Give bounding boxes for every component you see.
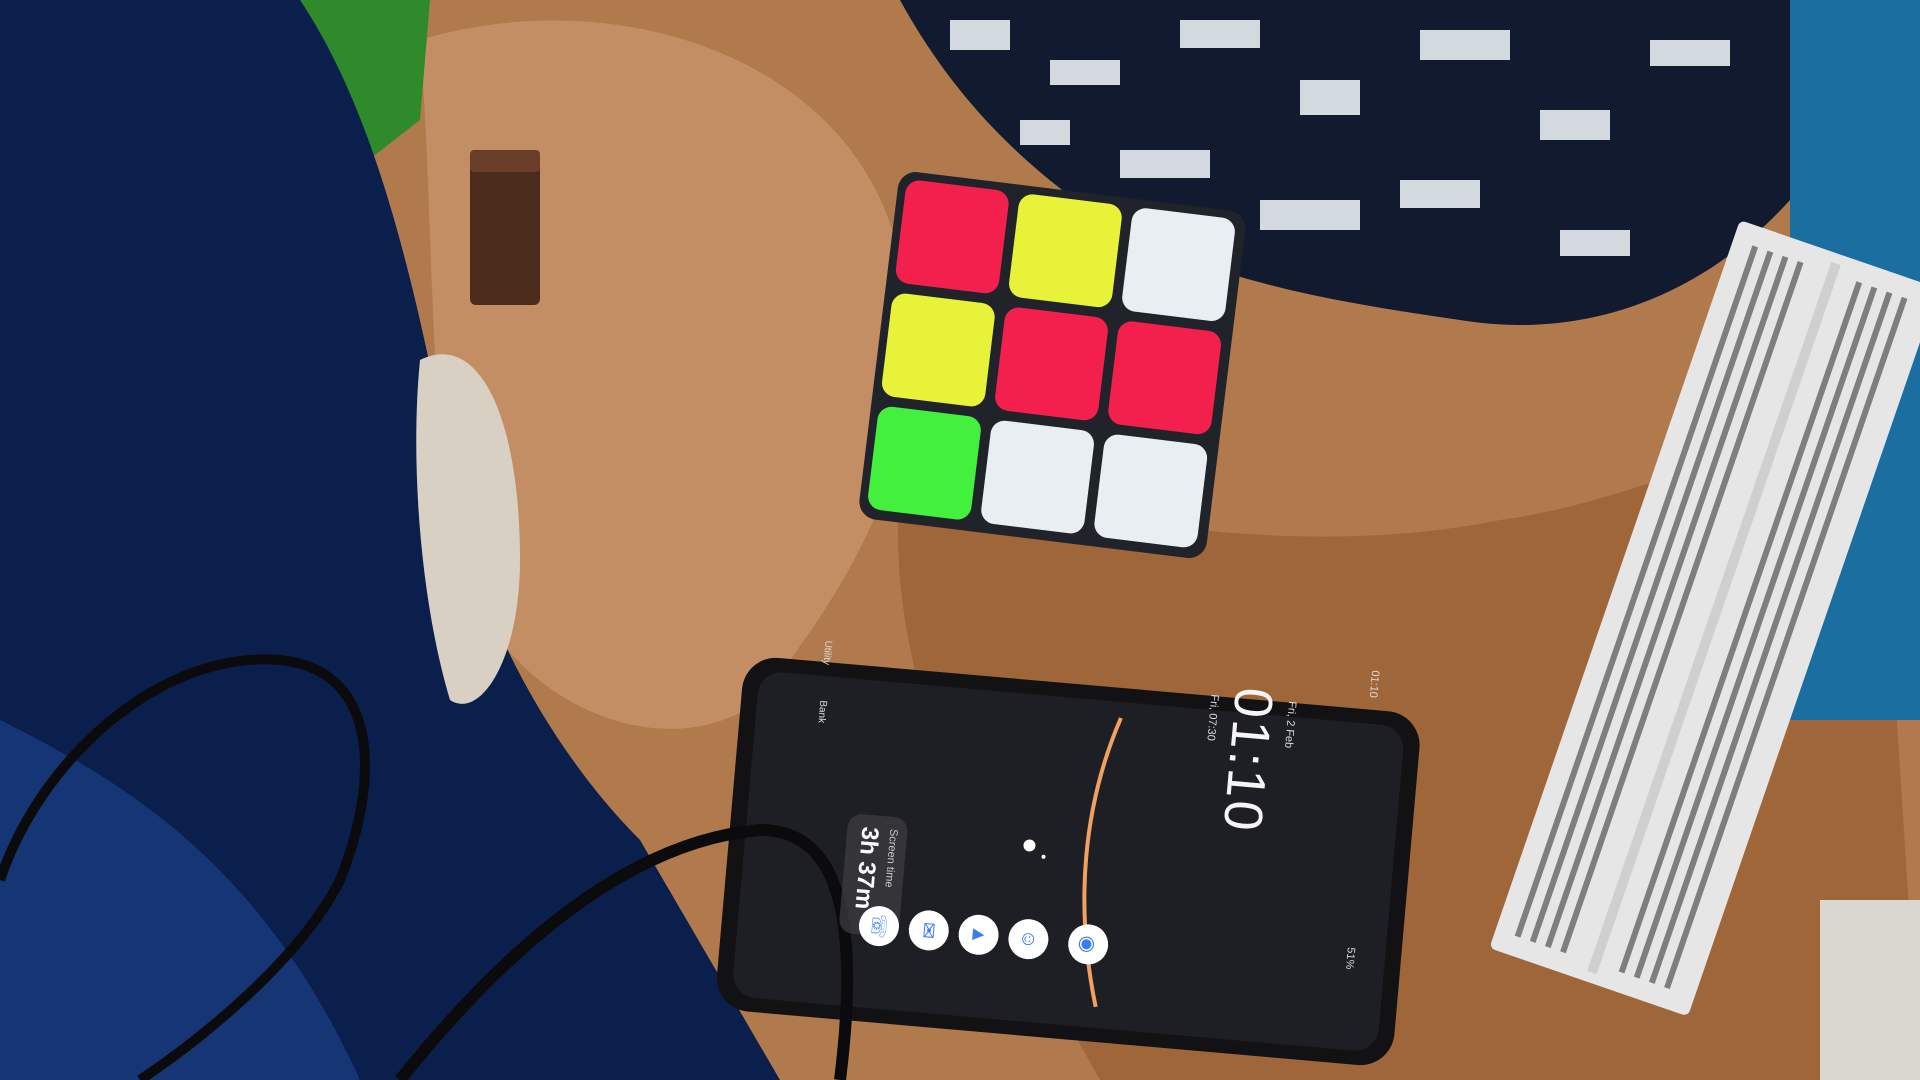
wooden-block-top: [470, 150, 540, 172]
messages-icon[interactable]: ✉: [907, 908, 951, 953]
lock-date: Fri, 2 Feb: [1282, 700, 1299, 749]
cube-tile-red-1: [895, 180, 1009, 294]
cube-tile-yellow-1: [1009, 194, 1122, 308]
cube-tile-white-1: [1122, 208, 1235, 321]
utility-label: Utility: [820, 640, 834, 666]
lock-clock: 01:10: [1211, 685, 1285, 836]
cube-tile-white-3: [1094, 434, 1208, 548]
widget-label: Screen time: [882, 828, 900, 888]
cube-tile-yellow-2: [881, 293, 995, 407]
floor-tile-right: [1820, 900, 1920, 1080]
status-time: 01:10: [1366, 669, 1382, 699]
camera-icon[interactable]: ◉: [1066, 922, 1110, 967]
cube-tile-red-3: [1108, 321, 1221, 435]
cube-tile-red-2: [995, 307, 1108, 421]
phone-screen-overlay: 01:10 51% Fri, 2 Feb 01:10 Fri, 07:30 Ut…: [687, 591, 1395, 1004]
cube-tile-green-1: [868, 406, 981, 520]
lock-screen: 01:10 51% Fri, 2 Feb 01:10 Fri, 07:30 Ut…: [687, 591, 1395, 1004]
drive-icon[interactable]: ▲: [956, 913, 1001, 957]
contacts-icon[interactable]: ☺: [1006, 917, 1051, 961]
cube-tile-white-2: [981, 420, 1094, 534]
widget-value: 3h 37m: [849, 825, 884, 911]
wooden-block: [470, 150, 540, 305]
bank-label: Bank: [815, 699, 829, 724]
rubiks-cube: [859, 172, 1246, 558]
status-battery: 51%: [1343, 946, 1357, 970]
